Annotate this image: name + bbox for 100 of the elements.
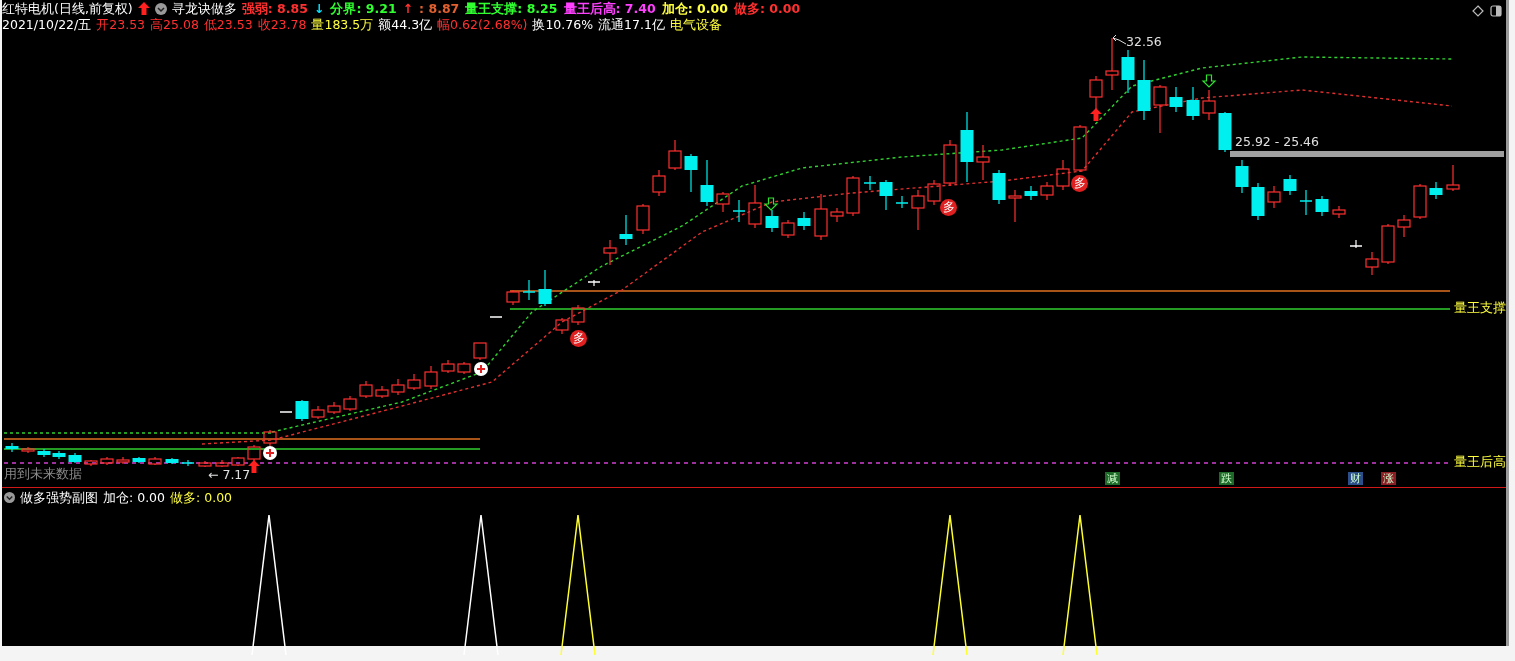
candlestick	[441, 359, 455, 374]
quote-value: 流通17.1亿	[598, 17, 665, 32]
candlestick	[830, 207, 844, 223]
quote-value: 高25.08	[150, 17, 199, 32]
candlestick	[1349, 239, 1363, 249]
candlestick	[116, 456, 130, 465]
panel-toggle-icon[interactable]	[1490, 5, 1502, 17]
candlestick	[748, 184, 762, 229]
dropdown-icon[interactable]	[4, 492, 15, 503]
line-label: 量王后高	[1454, 455, 1506, 469]
indicator-value: 加仓: 0.00	[103, 490, 166, 505]
candlestick	[522, 279, 536, 301]
up-arrow-icon	[137, 2, 150, 15]
candlestick	[716, 191, 730, 213]
candlestick	[1186, 86, 1200, 121]
indicator-value: 分界: 9.21	[330, 1, 397, 16]
indicator-value: 加仓: 0.00	[661, 1, 728, 16]
indicator-value: 做多: 0.00	[170, 490, 233, 505]
candlestick	[457, 361, 471, 375]
quote-value: 收23.78	[257, 17, 307, 32]
candlestick	[263, 429, 277, 447]
dropdown-icon[interactable]	[154, 2, 167, 15]
quote-value: 低23.53	[203, 17, 253, 32]
candlestick	[732, 199, 746, 223]
candlestick	[1397, 214, 1411, 238]
indicator-value: ↑	[402, 1, 414, 16]
candlestick	[879, 179, 893, 211]
candlestick	[538, 269, 552, 307]
candlestick	[781, 219, 795, 239]
candlestick	[1235, 159, 1249, 194]
candlestick	[424, 365, 438, 390]
candlestick	[1169, 86, 1183, 113]
candlestick	[68, 452, 82, 464]
candlestick	[165, 457, 179, 465]
candlestick	[489, 316, 503, 318]
indicator-value: 量王支撑: 8.25	[465, 1, 558, 16]
candlestick	[407, 373, 421, 391]
candlestick	[215, 459, 229, 468]
candlestick	[21, 446, 35, 454]
down-arrow-icon	[1201, 74, 1217, 88]
indicator-value: 量王后高: 7.40	[563, 1, 656, 16]
indicator-value: 做多: 0.00	[733, 1, 801, 16]
candlestick	[231, 456, 245, 467]
quote-value: 2021/10/22/五	[2, 17, 92, 32]
candlestick	[603, 239, 617, 266]
diamond-icon[interactable]	[1472, 5, 1484, 17]
candlestick	[84, 459, 98, 467]
candlestick	[100, 456, 114, 466]
plus-circle-icon	[263, 446, 277, 460]
price-label: 32.56	[1126, 35, 1162, 49]
candlestick	[52, 450, 66, 460]
up-arrow-icon	[1090, 108, 1102, 121]
signal-tag: 跌	[1219, 472, 1234, 485]
candlestick	[863, 175, 877, 191]
quote-value: 量183.5万	[311, 17, 374, 32]
candlestick	[1413, 183, 1427, 220]
candlestick	[1446, 164, 1460, 192]
candlestick	[700, 159, 714, 207]
candlestick	[1267, 185, 1281, 209]
quote-value: 电气设备	[669, 17, 722, 32]
candlestick	[1073, 124, 1087, 173]
candlestick	[895, 195, 909, 209]
candlestick	[797, 211, 811, 231]
candlestick	[37, 448, 51, 458]
candlestick	[148, 456, 162, 466]
candlestick	[1429, 181, 1443, 200]
candlestick	[636, 203, 650, 235]
plus-circle-icon	[474, 362, 488, 376]
candlestick	[992, 169, 1006, 205]
candlestick	[927, 179, 941, 206]
candlestick	[652, 169, 666, 197]
signal-tag: 涨	[1381, 472, 1396, 485]
candlestick	[587, 279, 601, 287]
signal-badge: 多	[940, 199, 957, 216]
indicator-value: ↓	[313, 1, 325, 16]
candlestick	[846, 175, 860, 217]
signal-tag: 减	[1105, 472, 1120, 485]
warning-text: 用到未来数据	[4, 467, 82, 481]
up-arrow-icon	[248, 460, 260, 473]
candlestick	[1251, 182, 1265, 221]
candlestick	[668, 139, 682, 171]
candlestick	[1121, 49, 1135, 94]
candlestick	[295, 399, 309, 422]
candlestick	[555, 317, 569, 335]
candlestick	[391, 378, 405, 396]
candlestick	[1315, 195, 1329, 217]
candlestick	[198, 460, 212, 468]
candlestick	[1137, 59, 1151, 121]
candlestick	[1365, 251, 1379, 276]
indicator-name: 寻龙诀做多	[171, 1, 237, 16]
candlestick	[181, 459, 195, 467]
subchart-title: 做多强势副图	[20, 490, 98, 505]
candlestick	[1202, 89, 1216, 121]
candlestick	[375, 385, 389, 399]
stock-title: 红特电机(日线,前复权)	[2, 1, 133, 16]
candlestick	[132, 456, 146, 464]
candlestick	[1153, 84, 1167, 134]
candlestick	[1283, 174, 1297, 196]
down-arrow-icon	[763, 197, 779, 211]
candlestick	[311, 405, 325, 420]
